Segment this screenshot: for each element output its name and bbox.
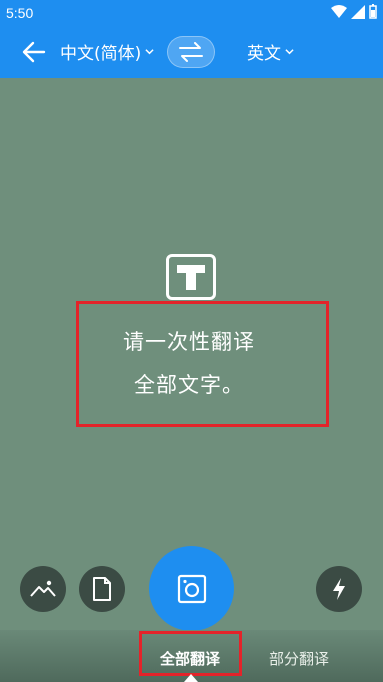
flash-button[interactable] — [316, 566, 362, 612]
hint-text-line-1: 请一次性翻译 — [123, 330, 255, 354]
source-language-label: 中文(简体) — [60, 44, 142, 64]
image-icon — [30, 580, 56, 597]
status-icons — [331, 4, 377, 19]
signal-icon — [351, 4, 365, 19]
target-language-label: 英文 — [247, 44, 281, 64]
target-language-selector[interactable]: 英文 — [247, 39, 294, 64]
swap-arrows-icon — [179, 42, 203, 62]
mode-highlight-box — [139, 631, 242, 676]
active-mode-indicator — [184, 674, 198, 682]
source-language-selector[interactable]: 中文(简体) — [60, 39, 154, 64]
chevron-down-icon — [285, 49, 294, 55]
flash-icon — [333, 578, 345, 600]
swap-languages-button[interactable] — [167, 36, 215, 68]
hint-highlight-box — [76, 301, 329, 427]
hint-text-line-2: 全部文字。 — [134, 373, 244, 397]
file-button[interactable] — [79, 566, 125, 612]
battery-icon — [369, 4, 377, 19]
text-t-icon — [166, 254, 216, 300]
gallery-button[interactable] — [20, 566, 66, 612]
document-icon — [93, 577, 111, 601]
camera-icon — [177, 574, 206, 603]
mode-translate-partial[interactable]: 部分翻译 — [269, 648, 329, 669]
app-bar: 中文(简体) 英文 — [0, 26, 383, 78]
status-bar: 5:50 — [0, 0, 383, 26]
chevron-down-icon — [145, 49, 154, 55]
status-time: 5:50 — [6, 5, 34, 21]
shutter-button[interactable] — [149, 546, 234, 631]
top-bar: 5:50 中文(简体) 英文 — [0, 0, 383, 78]
wifi-icon — [331, 4, 347, 18]
back-arrow-icon[interactable] — [20, 38, 48, 66]
